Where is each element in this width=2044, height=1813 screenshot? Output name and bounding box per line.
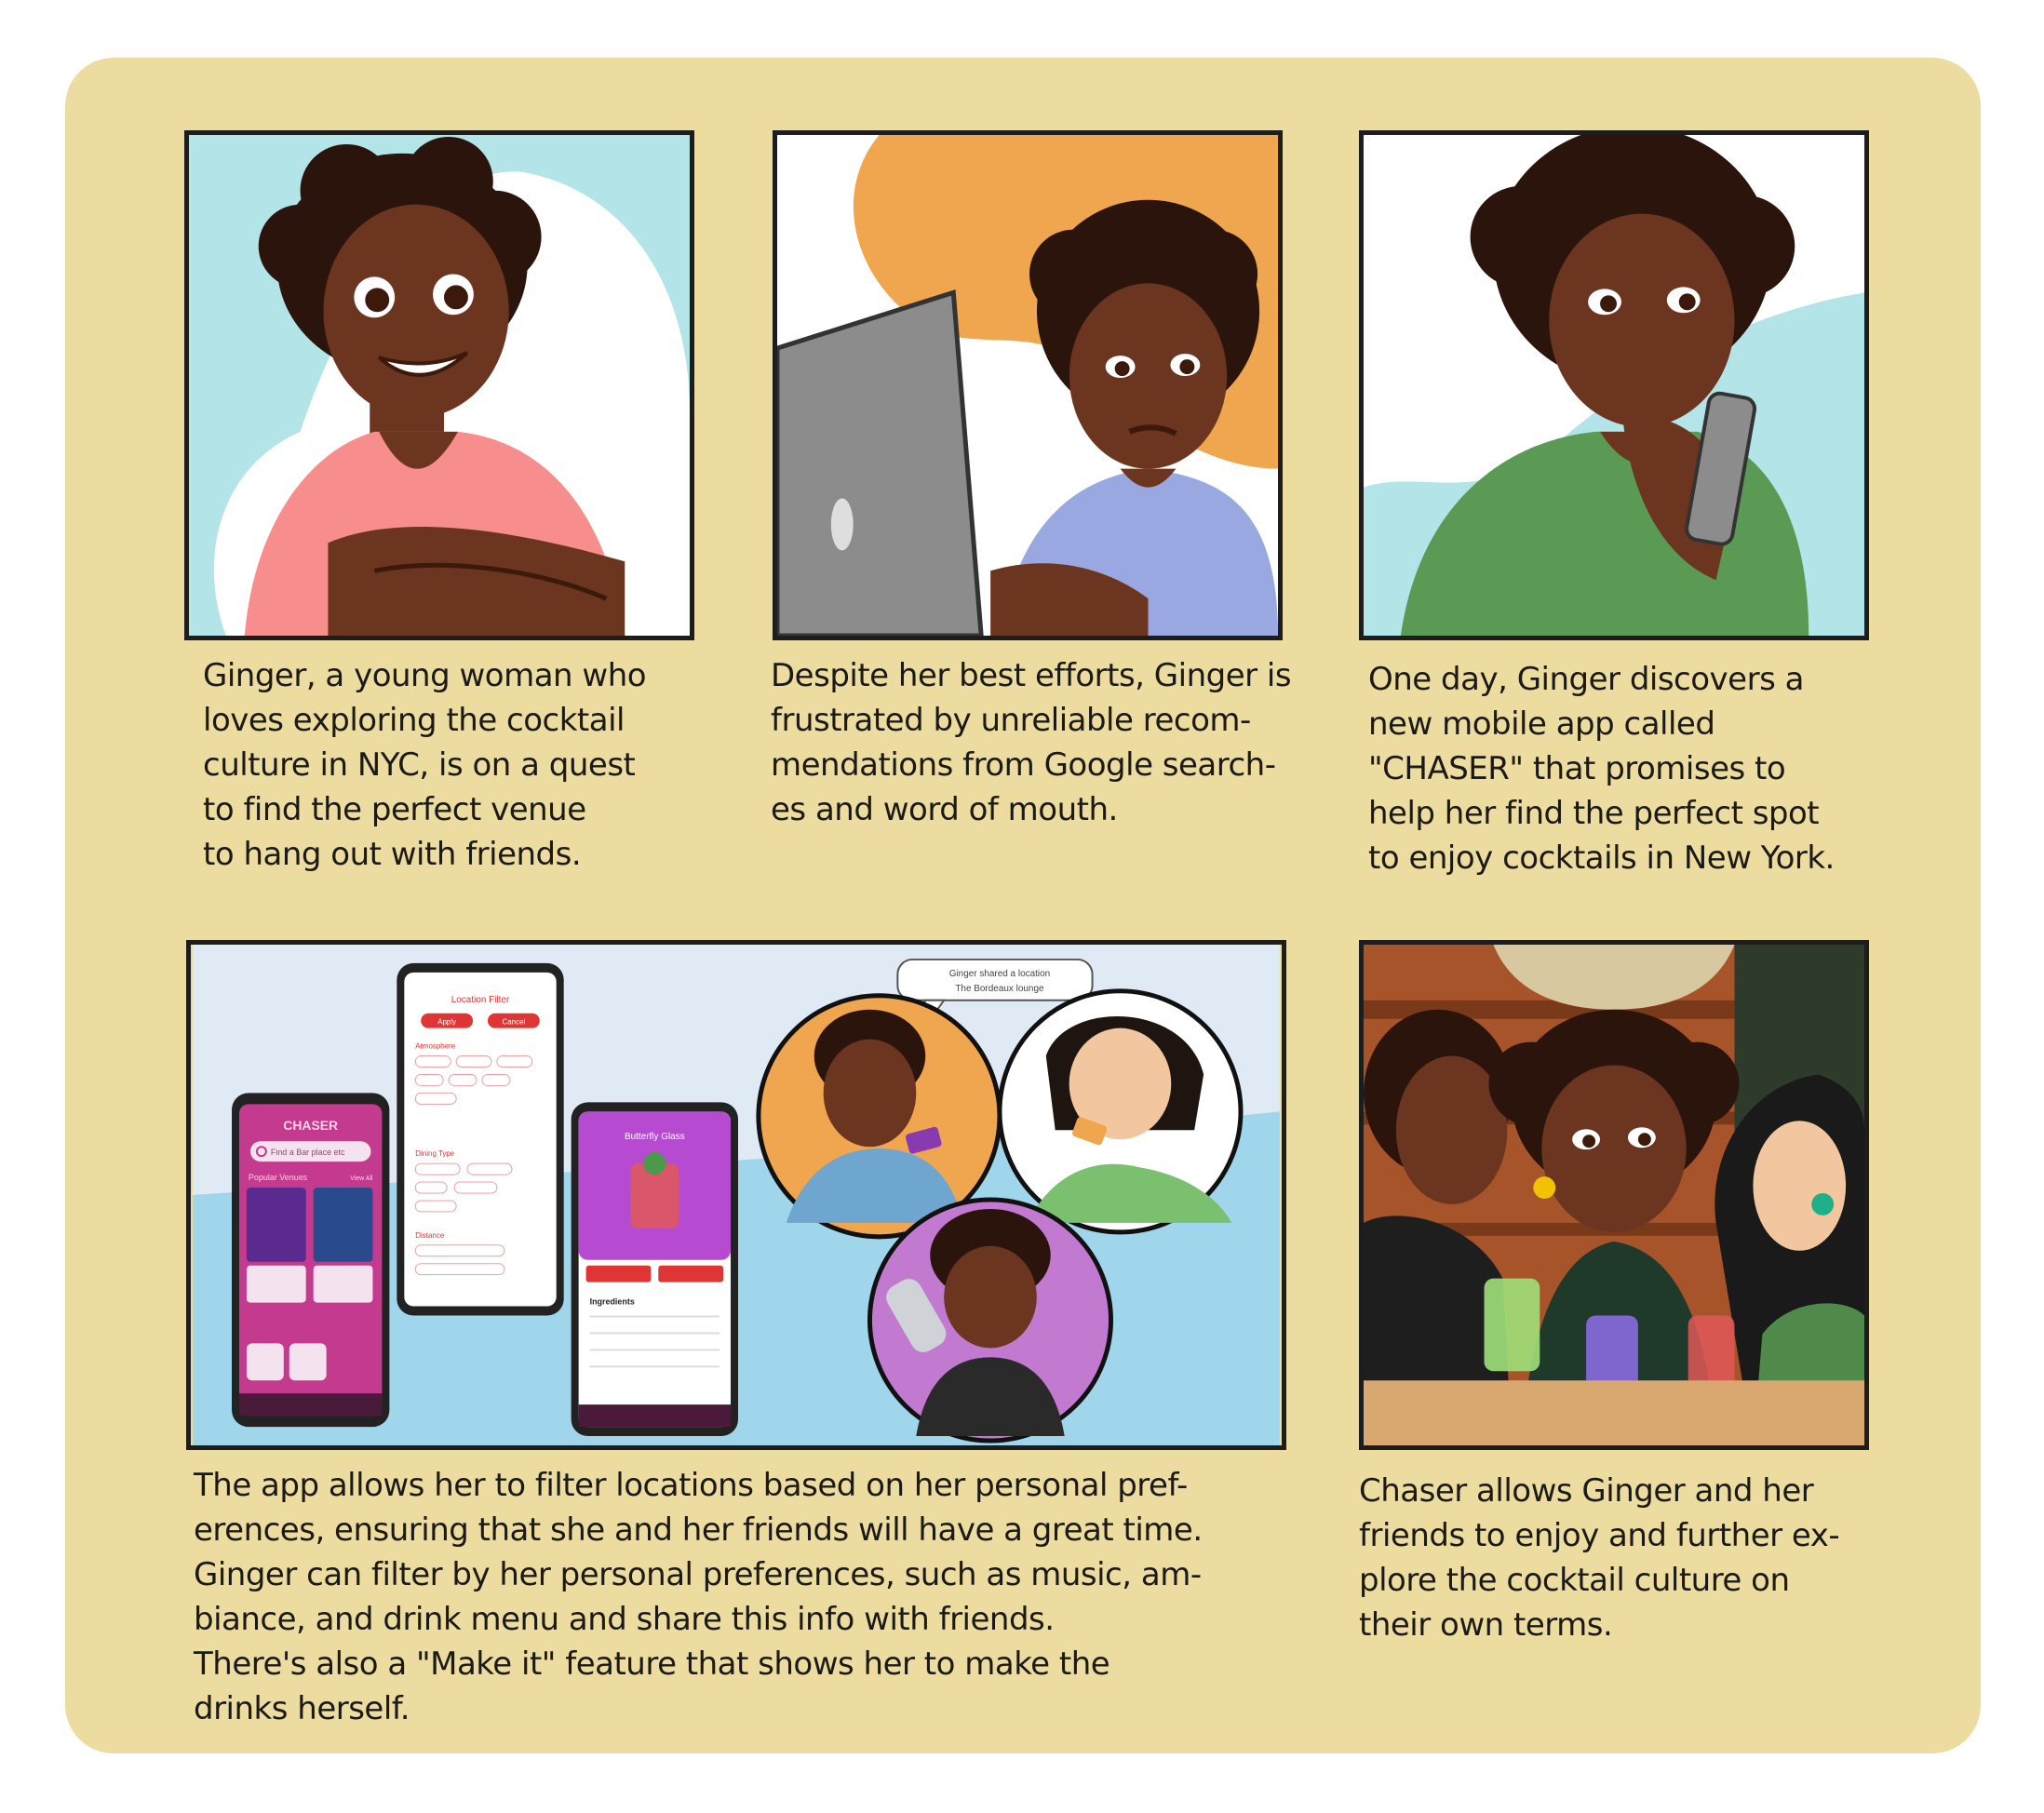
- panel-3-illustration: [1359, 130, 1869, 640]
- panel-5-caption: Chaser allows Ginger and her friends to …: [1359, 1469, 1840, 1647]
- caption-line: Ginger can filter by her personal prefer…: [194, 1556, 1202, 1593]
- caption-line: Ginger, a young woman who: [203, 657, 647, 694]
- phone-left-search-placeholder: Find a Bar place etc: [271, 1148, 345, 1157]
- caption-line: to find the perfect venue: [203, 791, 586, 828]
- phone-right: Butterfly Glass Ingredients: [571, 1102, 738, 1437]
- phone-left-brand: CHASER: [283, 1118, 338, 1133]
- filter-group-label: Atmosphere: [415, 1042, 456, 1051]
- caption-line: The app allows her to filter locations b…: [194, 1467, 1188, 1504]
- panel-2-illustration: [773, 130, 1283, 640]
- drink-name: Butterfly Glass: [625, 1132, 685, 1142]
- caption-line: mendations from Google search-: [771, 746, 1276, 784]
- panel-4-illustration: CHASER Find a Bar place etc Popular Venu…: [186, 940, 1286, 1450]
- caption-line: plore the cocktail culture on: [1359, 1562, 1790, 1599]
- filter-group-label: Distance: [415, 1231, 445, 1240]
- ginger-arms-crossed-art: [189, 135, 690, 636]
- phone-left-see-all: View All: [350, 1175, 373, 1182]
- caption-line: es and word of mouth.: [771, 791, 1118, 828]
- app-and-friends-art: CHASER Find a Bar place etc Popular Venu…: [193, 945, 1280, 1445]
- apply-label: Apply: [437, 1018, 456, 1027]
- caption-line: frustrated by unreliable recom-: [771, 702, 1251, 739]
- caption-line: "CHASER" that promises to: [1368, 750, 1786, 787]
- friend-circle-2: [997, 988, 1244, 1235]
- cancel-label: Cancel: [502, 1018, 525, 1027]
- friend-circle-3: [867, 1197, 1113, 1444]
- share-line-1: Ginger shared a location: [949, 969, 1050, 979]
- ginger-discovers-app-art: [1364, 135, 1864, 636]
- caption-line: drinks herself.: [194, 1690, 410, 1727]
- caption-line: to enjoy cocktails in New York.: [1368, 839, 1835, 877]
- caption-line: culture in NYC, is on a quest: [203, 746, 636, 784]
- phone-left-section: Popular Venues: [249, 1173, 308, 1182]
- filter-title: Location Filter: [451, 995, 510, 1005]
- caption-line: to hang out with friends.: [203, 836, 582, 873]
- caption-line: There's also a "Make it" feature that sh…: [194, 1645, 1110, 1683]
- caption-line: erences, ensuring that she and her frien…: [194, 1511, 1203, 1549]
- caption-line: new mobile app called: [1368, 705, 1715, 743]
- panel-2-caption: Despite her best efforts, Ginger is frus…: [771, 653, 1292, 832]
- caption-line: loves exploring the cocktail: [203, 702, 625, 739]
- caption-line: their own terms.: [1359, 1606, 1613, 1644]
- caption-line: biance, and drink menu and share this in…: [194, 1601, 1055, 1638]
- panel-4-caption: The app allows her to filter locations b…: [194, 1463, 1203, 1731]
- panel-5-illustration: [1359, 940, 1869, 1450]
- panel-1-illustration: [184, 130, 694, 640]
- panel-3-caption: One day, Ginger discovers a new mobile a…: [1368, 657, 1835, 880]
- caption-line: help her find the perfect spot: [1368, 795, 1820, 832]
- friends-cocktails-art: [1364, 945, 1864, 1445]
- storyboard: Ginger, a young woman who loves explorin…: [65, 58, 1981, 1753]
- ingredients-label: Ingredients: [590, 1297, 635, 1307]
- panel-1-caption: Ginger, a young woman who loves explorin…: [203, 653, 647, 877]
- ginger-frustrated-laptop-art: [777, 135, 1278, 636]
- share-line-2: The Bordeaux lounge: [955, 984, 1044, 994]
- filter-group-label: Dining Type: [415, 1149, 455, 1158]
- caption-line: One day, Ginger discovers a: [1368, 661, 1804, 698]
- caption-line: Despite her best efforts, Ginger is: [771, 657, 1292, 694]
- phone-center: Location Filter Apply Cancel Atmosphere …: [397, 962, 564, 1316]
- phone-left: CHASER Find a Bar place etc Popular Venu…: [232, 1093, 390, 1428]
- caption-line: Chaser allows Ginger and her: [1359, 1472, 1814, 1510]
- caption-line: friends to enjoy and further ex-: [1359, 1517, 1840, 1554]
